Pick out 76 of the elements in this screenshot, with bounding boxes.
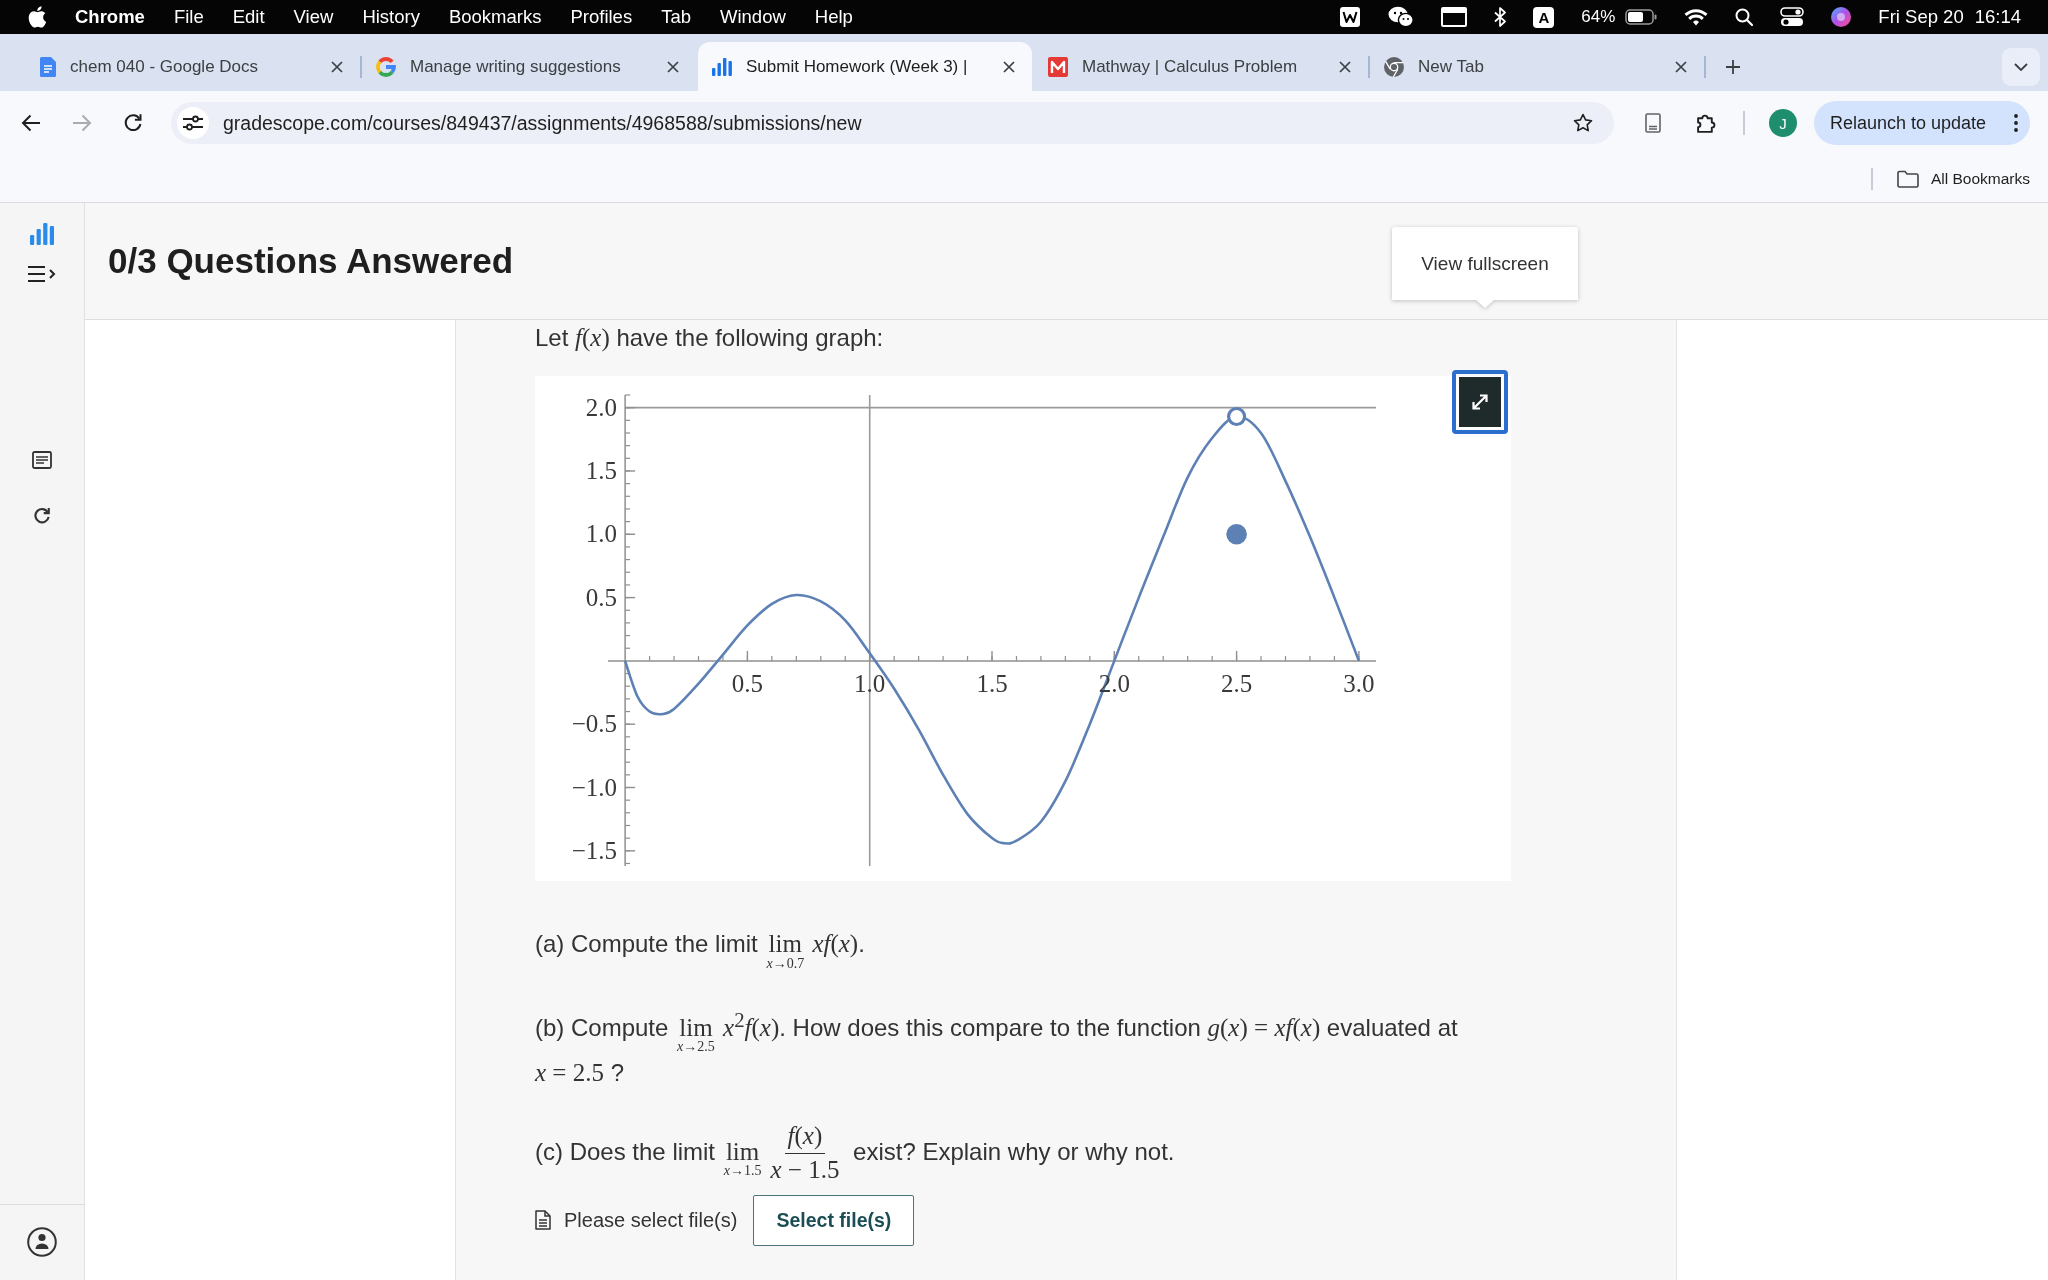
- file-status-text: Please select file(s): [564, 1208, 738, 1232]
- wifi-icon[interactable]: [1684, 8, 1709, 26]
- bar-chart-logo-icon[interactable]: [30, 223, 54, 245]
- back-arrow-icon[interactable]: [21, 114, 41, 132]
- chevron-down-icon: [2014, 62, 2028, 71]
- tab-list-button[interactable]: [2002, 47, 2040, 86]
- battery-percentage: 64%: [1581, 7, 1616, 27]
- close-icon[interactable]: [331, 60, 343, 73]
- select-files-button[interactable]: Select file(s): [753, 1194, 915, 1246]
- relaunch-button[interactable]: Relaunch to update: [1814, 101, 2030, 145]
- expand-menu-icon[interactable]: [27, 265, 57, 283]
- close-icon[interactable]: [667, 60, 679, 73]
- expand-icon: [1470, 392, 1490, 412]
- tick-label: 1.5: [585, 456, 618, 484]
- browser-tab[interactable]: Manage writing suggestions: [362, 42, 696, 91]
- browser-tab[interactable]: Mathway | Calculus Problem: [1034, 42, 1368, 91]
- browser-tab[interactable]: chem 040 - Google Docs: [26, 42, 360, 91]
- tick-label: 1.0: [585, 520, 618, 548]
- menu-item[interactable]: File: [173, 6, 204, 28]
- search-icon[interactable]: [1735, 8, 1754, 26]
- bluetooth-icon[interactable]: [1494, 7, 1507, 27]
- menu-item[interactable]: Bookmarks: [448, 6, 542, 28]
- close-icon[interactable]: [1339, 60, 1351, 73]
- question-text: (b) Compute lim x→2.5 x$^{2}$f(x). How does this compare to the function g(x) = xf(x) evaluated at x = 2.5 ?: [535, 1006, 1459, 1089]
- menu-item[interactable]: Tab: [661, 6, 691, 28]
- close-icon[interactable]: [1003, 60, 1015, 73]
- star-icon[interactable]: [1573, 113, 1593, 133]
- address-bar[interactable]: gradescope.com/courses/849437/assignments/4968588/submissions/new: [171, 102, 1614, 144]
- document-icon: [40, 56, 56, 77]
- account-icon[interactable]: [27, 1227, 57, 1257]
- vertical-dots-icon[interactable]: [2014, 114, 2018, 132]
- outline-list-icon[interactable]: [32, 451, 52, 469]
- window-icon[interactable]: [1441, 7, 1468, 27]
- browser-tab[interactable]: Submit Homework (Week 3) |: [698, 42, 1032, 91]
- browser-logo-icon: [1384, 56, 1404, 77]
- progress-heading: 0/3 Questions Answered: [108, 241, 514, 281]
- colorful-orb-icon[interactable]: [1831, 7, 1852, 27]
- bar-chart-icon: [712, 57, 732, 76]
- menu-item[interactable]: View: [293, 6, 334, 28]
- tick-label: −1.5: [571, 836, 618, 864]
- tick-label: −1.0: [571, 773, 618, 801]
- all-bookmarks-button[interactable]: All Bookmarks: [1896, 169, 2030, 188]
- intro-text: Let f(x) have the following graph:: [535, 323, 885, 354]
- puzzle-piece-icon[interactable]: [1696, 113, 1716, 133]
- menu-item[interactable]: Edit: [232, 6, 265, 28]
- apple-icon[interactable]: [28, 6, 46, 28]
- g-logo-icon: [376, 56, 396, 77]
- tick-label: 2.0: [585, 393, 618, 421]
- plus-icon[interactable]: [1725, 58, 1741, 75]
- tile-logo-icon: [1048, 56, 1068, 77]
- menu-item[interactable]: Window: [720, 6, 786, 28]
- reload-icon[interactable]: [33, 507, 51, 525]
- menu-item[interactable]: Help: [814, 6, 853, 28]
- profile-avatar[interactable]: J: [1769, 109, 1797, 137]
- app-menu[interactable]: Chrome: [75, 6, 145, 28]
- menu-bar-date[interactable]: Fri Sep 20: [1878, 6, 1964, 28]
- close-icon[interactable]: [1675, 60, 1687, 73]
- toggle-switches-icon[interactable]: [1780, 7, 1805, 27]
- folder-icon: [1896, 169, 1919, 188]
- reading-mode-icon[interactable]: [1645, 113, 1661, 133]
- browser-tab[interactable]: New Tab: [1370, 42, 1704, 91]
- tick-label: −0.5: [571, 710, 618, 738]
- menu-item[interactable]: Profiles: [570, 6, 633, 28]
- tooltip: View fullscreen: [1392, 227, 1578, 308]
- app-badge-icon[interactable]: [1339, 6, 1362, 28]
- site-settings-icon[interactable]: [177, 107, 209, 139]
- tick-label: 0.5: [585, 583, 618, 611]
- chat-bubbles-icon[interactable]: [1388, 6, 1415, 28]
- menu-bar-clock[interactable]: 16:14: [1974, 6, 2021, 28]
- menu-item[interactable]: History: [362, 6, 420, 28]
- input-source-indicator[interactable]: A: [1533, 6, 1555, 28]
- question-text: (a) Compute the limit lim x→0.7 xf(x).: [535, 929, 866, 971]
- battery-icon[interactable]: [1625, 9, 1658, 25]
- reload-icon[interactable]: [123, 113, 143, 133]
- file-icon: [535, 1210, 551, 1231]
- url-text[interactable]: gradescope.com/courses/849437/assignments/4968588/submissions/new: [223, 111, 862, 135]
